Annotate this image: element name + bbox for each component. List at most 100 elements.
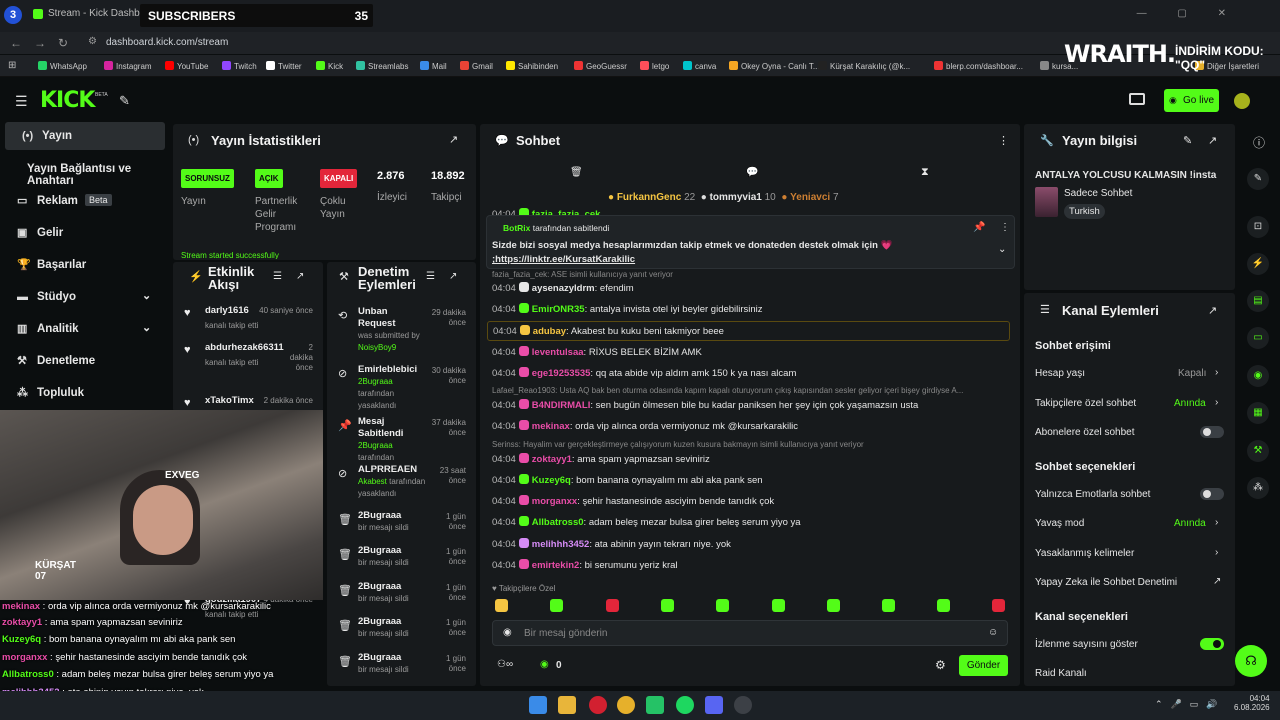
pinned-link[interactable]: ;https://linktr.ee/KursatKarakilic	[492, 254, 635, 265]
chrome-icon[interactable]	[617, 696, 635, 714]
sidebar-item-8[interactable]: ⁂ Topluluk	[0, 379, 166, 407]
reload-icon[interactable]: ↻	[58, 36, 68, 50]
connections-icon[interactable]: ⁂	[1247, 477, 1269, 499]
chat-message[interactable]: 04:04 Allbatross0: adam beleş mezar bulsa…	[492, 516, 801, 528]
menu-icon[interactable]: ☰	[15, 93, 28, 110]
bookmark-10[interactable]: GeoGuessr	[574, 61, 627, 71]
edit-icon[interactable]: ✎	[1247, 168, 1269, 190]
mod-by[interactable]: Akabest	[358, 477, 387, 486]
account-age-label[interactable]: Hesap yaşı	[1035, 368, 1085, 379]
gifter-name[interactable]: tommyvia1	[710, 192, 762, 203]
emote-icon[interactable]	[882, 599, 895, 612]
bookmark-14[interactable]: Kürşat Karakılıç (@k...	[818, 61, 910, 71]
chat-message[interactable]: 04:04 EmirONR35: antalya invista otel iyi…	[492, 303, 763, 315]
chevron-right-icon[interactable]: ›	[1215, 367, 1218, 378]
moderation-item[interactable]: Emirleblebici 2Bugraaa tarafından yasakla…	[358, 364, 426, 412]
layout-icon[interactable]: ⊡	[1247, 216, 1269, 238]
category-thumbnail[interactable]	[1035, 187, 1058, 217]
settings-icon[interactable]: ⚙	[935, 658, 946, 672]
pin-icon[interactable]: 📌	[973, 222, 985, 233]
bookmark-4[interactable]: Twitter	[266, 61, 302, 71]
chevron-right-icon[interactable]: ›	[1215, 517, 1218, 528]
clock[interactable]: 04:04 6.08.2026	[1234, 694, 1270, 712]
pinned-message[interactable]: BotRix tarafından sabitlendi Sizde bizi …	[486, 215, 1015, 269]
emote-icon[interactable]	[495, 599, 508, 612]
activity-user[interactable]: abdurhezak66311	[205, 342, 285, 354]
emote-icon[interactable]	[606, 599, 619, 612]
chevron-down-icon[interactable]: ⌄	[142, 321, 151, 334]
chat-username[interactable]: leventulsaa	[532, 347, 584, 358]
chat-message[interactable]: 04:04 morganxx: şehir hastanesinde asciyi…	[492, 495, 774, 507]
mod-by[interactable]: 2Bugraaa	[358, 441, 393, 450]
gifter-name[interactable]: FurkannGenc	[617, 192, 681, 203]
filter-icon[interactable]: ☰	[273, 271, 282, 282]
bookmark-0[interactable]: WhatsApp	[38, 61, 87, 71]
chevron-right-icon[interactable]: ›	[1215, 547, 1218, 558]
chat-message[interactable]: 04:04 leventulsaa: RİXUS BELEK BİZİM AMK	[492, 346, 702, 358]
chat-username[interactable]: emirtekin2	[532, 560, 580, 571]
popout-icon[interactable]: ↗	[1208, 134, 1217, 147]
chat-username[interactable]: EmirONR35	[532, 304, 585, 315]
spotify-icon[interactable]	[676, 696, 694, 714]
ai-moderation-label[interactable]: Yapay Zeka ile Sohbet Denetimi	[1035, 577, 1177, 588]
back-icon[interactable]: ←	[10, 36, 22, 50]
wrench-icon[interactable]: ⚒	[1247, 440, 1269, 462]
chevron-right-icon[interactable]: ›	[1215, 397, 1218, 408]
sidebar-item-5[interactable]: ▬ Stüdyo ⌄	[0, 283, 166, 311]
bookmark-13[interactable]: Okey Oyna - Canlı T...	[729, 61, 820, 71]
bookmark-6[interactable]: Streamlabs	[356, 61, 408, 71]
bookmark-8[interactable]: Gmail	[460, 61, 493, 71]
chevron-down-icon[interactable]: ⌄	[998, 244, 1006, 255]
sidebar-item-0[interactable]: (•) Yayın	[5, 122, 165, 150]
moderation-item[interactable]: 2Bugraaa bir mesajı sildi	[358, 652, 426, 676]
chat-username[interactable]: aysenazyldrm	[532, 283, 595, 294]
chat-message[interactable]: 04:04 ege19253535: qq ata abide vip aldım…	[492, 367, 796, 379]
moderation-item[interactable]: Unban Request was submitted by NoisyBoy9	[358, 306, 426, 354]
studio-icon[interactable]	[1129, 93, 1145, 105]
bolt-icon[interactable]: ⚡	[1247, 253, 1269, 275]
moderation-item[interactable]: ALPRREAEN Akabest tarafından yasaklandı	[358, 464, 426, 500]
external-link-icon[interactable]: ↗	[1213, 576, 1221, 587]
raid-label[interactable]: Raid Kanalı	[1035, 668, 1087, 679]
chat-message[interactable]: 04:04 adubay: Akabest bu kuku beni takmiy…	[487, 321, 1010, 341]
sidebar-item-3[interactable]: ▣ Gelir	[0, 219, 166, 247]
chat-message[interactable]: 04:04 Kuzey6q: bom banana oynayalım mı ab…	[492, 474, 763, 486]
apps-icon[interactable]: ⊞	[8, 60, 16, 71]
chat-username[interactable]: Allbatross0	[532, 517, 584, 528]
points-icon[interactable]: ⚇∞	[497, 659, 513, 670]
popout-icon[interactable]: ↗	[449, 133, 458, 146]
window-controls[interactable]: — ▢ ✕	[1137, 8, 1240, 19]
trash-icon[interactable]: 🗑	[570, 167, 583, 178]
kick-logo[interactable]: KICK	[40, 88, 95, 113]
emote-icon[interactable]	[550, 599, 563, 612]
bookmark-9[interactable]: Sahibinden	[506, 61, 558, 71]
subs-only-toggle[interactable]	[1200, 426, 1224, 438]
forward-icon[interactable]: →	[34, 36, 46, 50]
banned-words-label[interactable]: Yasaklanmış kelimeler	[1035, 548, 1134, 559]
bookmark-1[interactable]: Instagram	[104, 61, 152, 71]
slow-mode-label[interactable]: Yavaş mod	[1035, 518, 1084, 529]
info-icon[interactable]: ⓘ	[1253, 134, 1265, 151]
support-icon[interactable]: ☊	[1235, 645, 1267, 677]
bookmark-15[interactable]: blerp.com/dashboar...	[934, 61, 1023, 71]
send-button[interactable]: Gönder	[959, 655, 1008, 676]
speech-icon[interactable]: 💬	[746, 167, 758, 178]
more-icon[interactable]: ⋮	[1000, 222, 1010, 233]
opera-icon[interactable]	[589, 696, 607, 714]
bookmark-12[interactable]: canva	[683, 61, 716, 71]
chevron-down-icon[interactable]: ⌄	[142, 289, 151, 302]
mod-by[interactable]: 2Bugraaa	[358, 377, 393, 386]
file-explorer-icon[interactable]	[558, 696, 576, 714]
emote-icon[interactable]	[937, 599, 950, 612]
moderation-item[interactable]: 2Bugraaa bir mesajı sildi	[358, 616, 426, 640]
chat-username[interactable]: Kuzey6q	[532, 475, 571, 486]
bookmark-11[interactable]: letgo	[640, 61, 669, 71]
discord-icon[interactable]	[705, 696, 723, 714]
start-icon[interactable]	[529, 696, 547, 714]
moderation-item[interactable]: Mesaj Sabitlendi 2Bugraaa tarafından	[358, 416, 426, 464]
hourglass-icon[interactable]: ⧗	[921, 166, 929, 179]
whatsapp-icon[interactable]	[646, 696, 664, 714]
emote-icon[interactable]	[661, 599, 674, 612]
emote-icon[interactable]	[772, 599, 785, 612]
sidebar-item-4[interactable]: 🏆 Başarılar	[0, 251, 166, 279]
